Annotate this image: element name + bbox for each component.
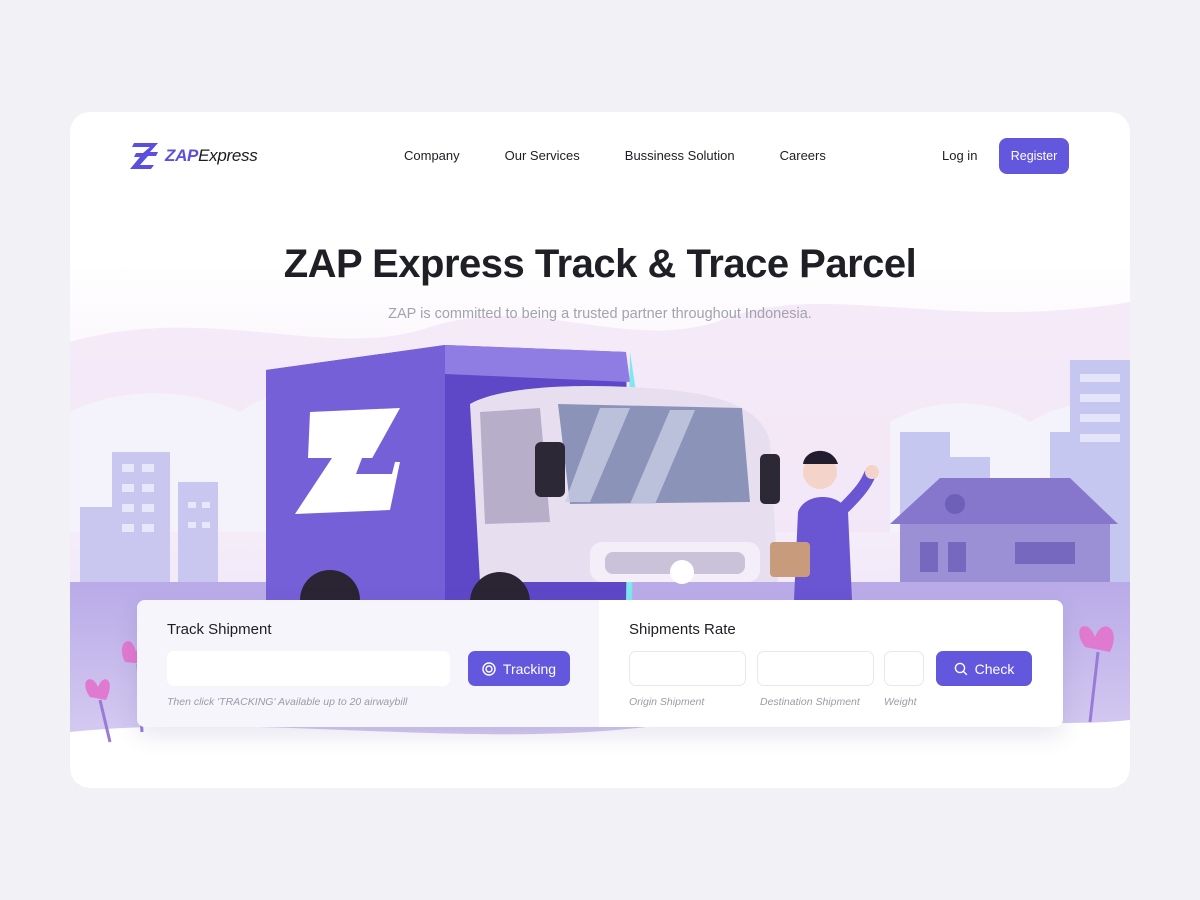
- top-nav: ZAPExpress Company Our Services Bussines…: [70, 112, 1130, 200]
- nav-business-solution[interactable]: Bussiness Solution: [625, 148, 735, 164]
- main-card: ZAPExpress Company Our Services Bussines…: [70, 112, 1130, 788]
- brand-name: ZAPExpress: [165, 146, 258, 165]
- origin-shipment-label: Origin Shipment: [629, 696, 705, 708]
- track-shipment-title: Track Shipment: [167, 621, 272, 638]
- main-menu: Company Our Services Bussiness Solution …: [404, 148, 871, 164]
- track-shipment-section: Track Shipment Tracking Then click 'TRAC…: [137, 600, 599, 727]
- login-link[interactable]: Log in: [942, 148, 977, 164]
- search-icon: [954, 662, 967, 675]
- tracking-button[interactable]: Tracking: [468, 651, 570, 686]
- weight-input[interactable]: [884, 651, 924, 686]
- tracking-number-input[interactable]: [167, 651, 450, 686]
- nav-careers[interactable]: Careers: [780, 148, 826, 164]
- target-icon: [482, 661, 496, 676]
- check-button-label: Check: [974, 660, 1015, 677]
- origin-shipment-input[interactable]: [629, 651, 746, 686]
- nav-our-services[interactable]: Our Services: [505, 148, 580, 164]
- zap-logo-icon: [130, 143, 158, 169]
- brand-logo[interactable]: ZAPExpress: [130, 142, 258, 170]
- shipment-panel: Track Shipment Tracking Then click 'TRAC…: [137, 600, 1063, 727]
- weight-label: Weight: [884, 696, 917, 708]
- destination-shipment-input[interactable]: [757, 651, 874, 686]
- nav-company[interactable]: Company: [404, 148, 460, 164]
- check-button[interactable]: Check: [936, 651, 1032, 686]
- tracking-button-label: Tracking: [502, 660, 557, 677]
- page-title: ZAP Express Track & Trace Parcel: [283, 242, 917, 286]
- register-button[interactable]: Register: [999, 138, 1069, 174]
- page-subtitle: ZAP is committed to being a trusted part…: [388, 306, 812, 322]
- shipments-rate-title: Shipments Rate: [629, 621, 736, 638]
- destination-shipment-label: Destination Shipment: [760, 696, 860, 708]
- tracking-hint: Then click 'TRACKING' Available up to 20…: [167, 696, 408, 708]
